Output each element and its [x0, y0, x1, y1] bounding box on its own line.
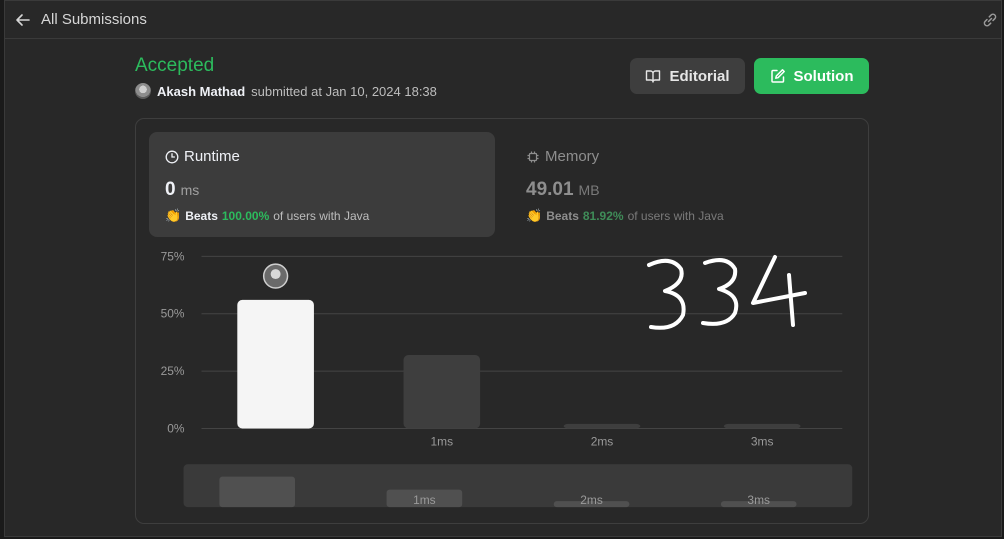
y-tick-label: 75% — [161, 249, 185, 263]
overview-bar — [219, 476, 296, 508]
overview-tick-label: 1ms — [413, 493, 436, 507]
runtime-beats-pct: 100.00% — [221, 209, 270, 223]
user-name[interactable]: Akash Mathad — [157, 84, 245, 99]
bar — [563, 423, 641, 429]
runtime-beats-label: Beats — [185, 209, 218, 223]
submitted-at: submitted at Jan 10, 2024 18:38 — [251, 83, 437, 99]
y-tick-label: 0% — [167, 421, 185, 435]
arrow-left-icon — [16, 13, 30, 26]
bar — [403, 355, 481, 429]
all-submissions-link[interactable]: All Submissions — [15, 11, 147, 28]
submission-meta: Akash Mathad submitted at Jan 10, 2024 1… — [135, 83, 437, 99]
bar — [237, 299, 314, 429]
overview-strip — [183, 464, 853, 508]
y-tick-label: 50% — [161, 307, 185, 321]
overview-bar — [720, 501, 797, 508]
overview-bar — [553, 501, 630, 508]
bar — [723, 423, 801, 429]
link-icon[interactable] — [981, 11, 999, 29]
runtime-stat[interactable]: Runtime 0 ms 👏 Beats 100.00% of users wit… — [149, 132, 495, 237]
runtime-beats-suffix: of users with Java — [273, 209, 370, 223]
x-tick-label: 1ms — [431, 434, 454, 448]
memory-title: Memory — [545, 148, 600, 165]
x-tick-label: 3ms — [751, 434, 774, 448]
runtime-heading: Runtime — [165, 148, 479, 165]
back-label: All Submissions — [41, 11, 147, 28]
chip-icon — [527, 151, 539, 162]
runtime-value: 0 — [165, 179, 176, 200]
memory-value-row: 49.01 MB — [526, 179, 840, 201]
editorial-button[interactable]: Editorial — [630, 58, 745, 94]
book-open-icon — [646, 70, 661, 83]
memory-beats-pct: 81.92% — [582, 209, 624, 223]
runtime-unit: ms — [180, 182, 200, 198]
memory-beats-label: Beats — [546, 209, 579, 223]
memory-unit: MB — [578, 182, 600, 198]
overview-tick-label: 2ms — [580, 493, 603, 507]
memory-value: 49.01 — [526, 179, 574, 200]
submission-panel: All Submissions Accepted Akash Mathad su… — [4, 0, 1002, 537]
avatar — [262, 263, 289, 289]
clapping-hands-icon: 👏 — [526, 208, 543, 223]
memory-heading: Memory — [526, 148, 840, 165]
submission-status: Accepted — [135, 55, 215, 76]
edit-icon — [770, 69, 785, 83]
solution-button[interactable]: Solution — [754, 58, 869, 94]
overview-tick-label: 3ms — [747, 493, 770, 507]
editorial-label: Editorial — [669, 67, 730, 85]
overview-bar — [386, 489, 463, 508]
x-tick-label: 2ms — [591, 434, 614, 448]
runtime-title: Runtime — [184, 148, 240, 165]
handwritten-annotation — [647, 255, 807, 330]
clock-icon — [165, 150, 179, 163]
runtime-value-row: 0 ms — [165, 179, 479, 201]
memory-beats: 👏 Beats 81.92% of users with Java — [526, 208, 840, 224]
runtime-beats: 👏 Beats 100.00% of users with Java — [165, 208, 479, 224]
solution-label: Solution — [793, 67, 854, 85]
memory-stat[interactable]: Memory 49.01 MB 👏 Beats 81.92% of users w… — [510, 132, 856, 237]
topbar: All Submissions — [5, 1, 1001, 39]
memory-beats-suffix: of users with Java — [627, 209, 724, 223]
y-tick-label: 25% — [161, 364, 185, 378]
avatar-head — [270, 269, 281, 280]
avatar[interactable] — [135, 83, 151, 99]
clapping-hands-icon: 👏 — [165, 208, 182, 223]
